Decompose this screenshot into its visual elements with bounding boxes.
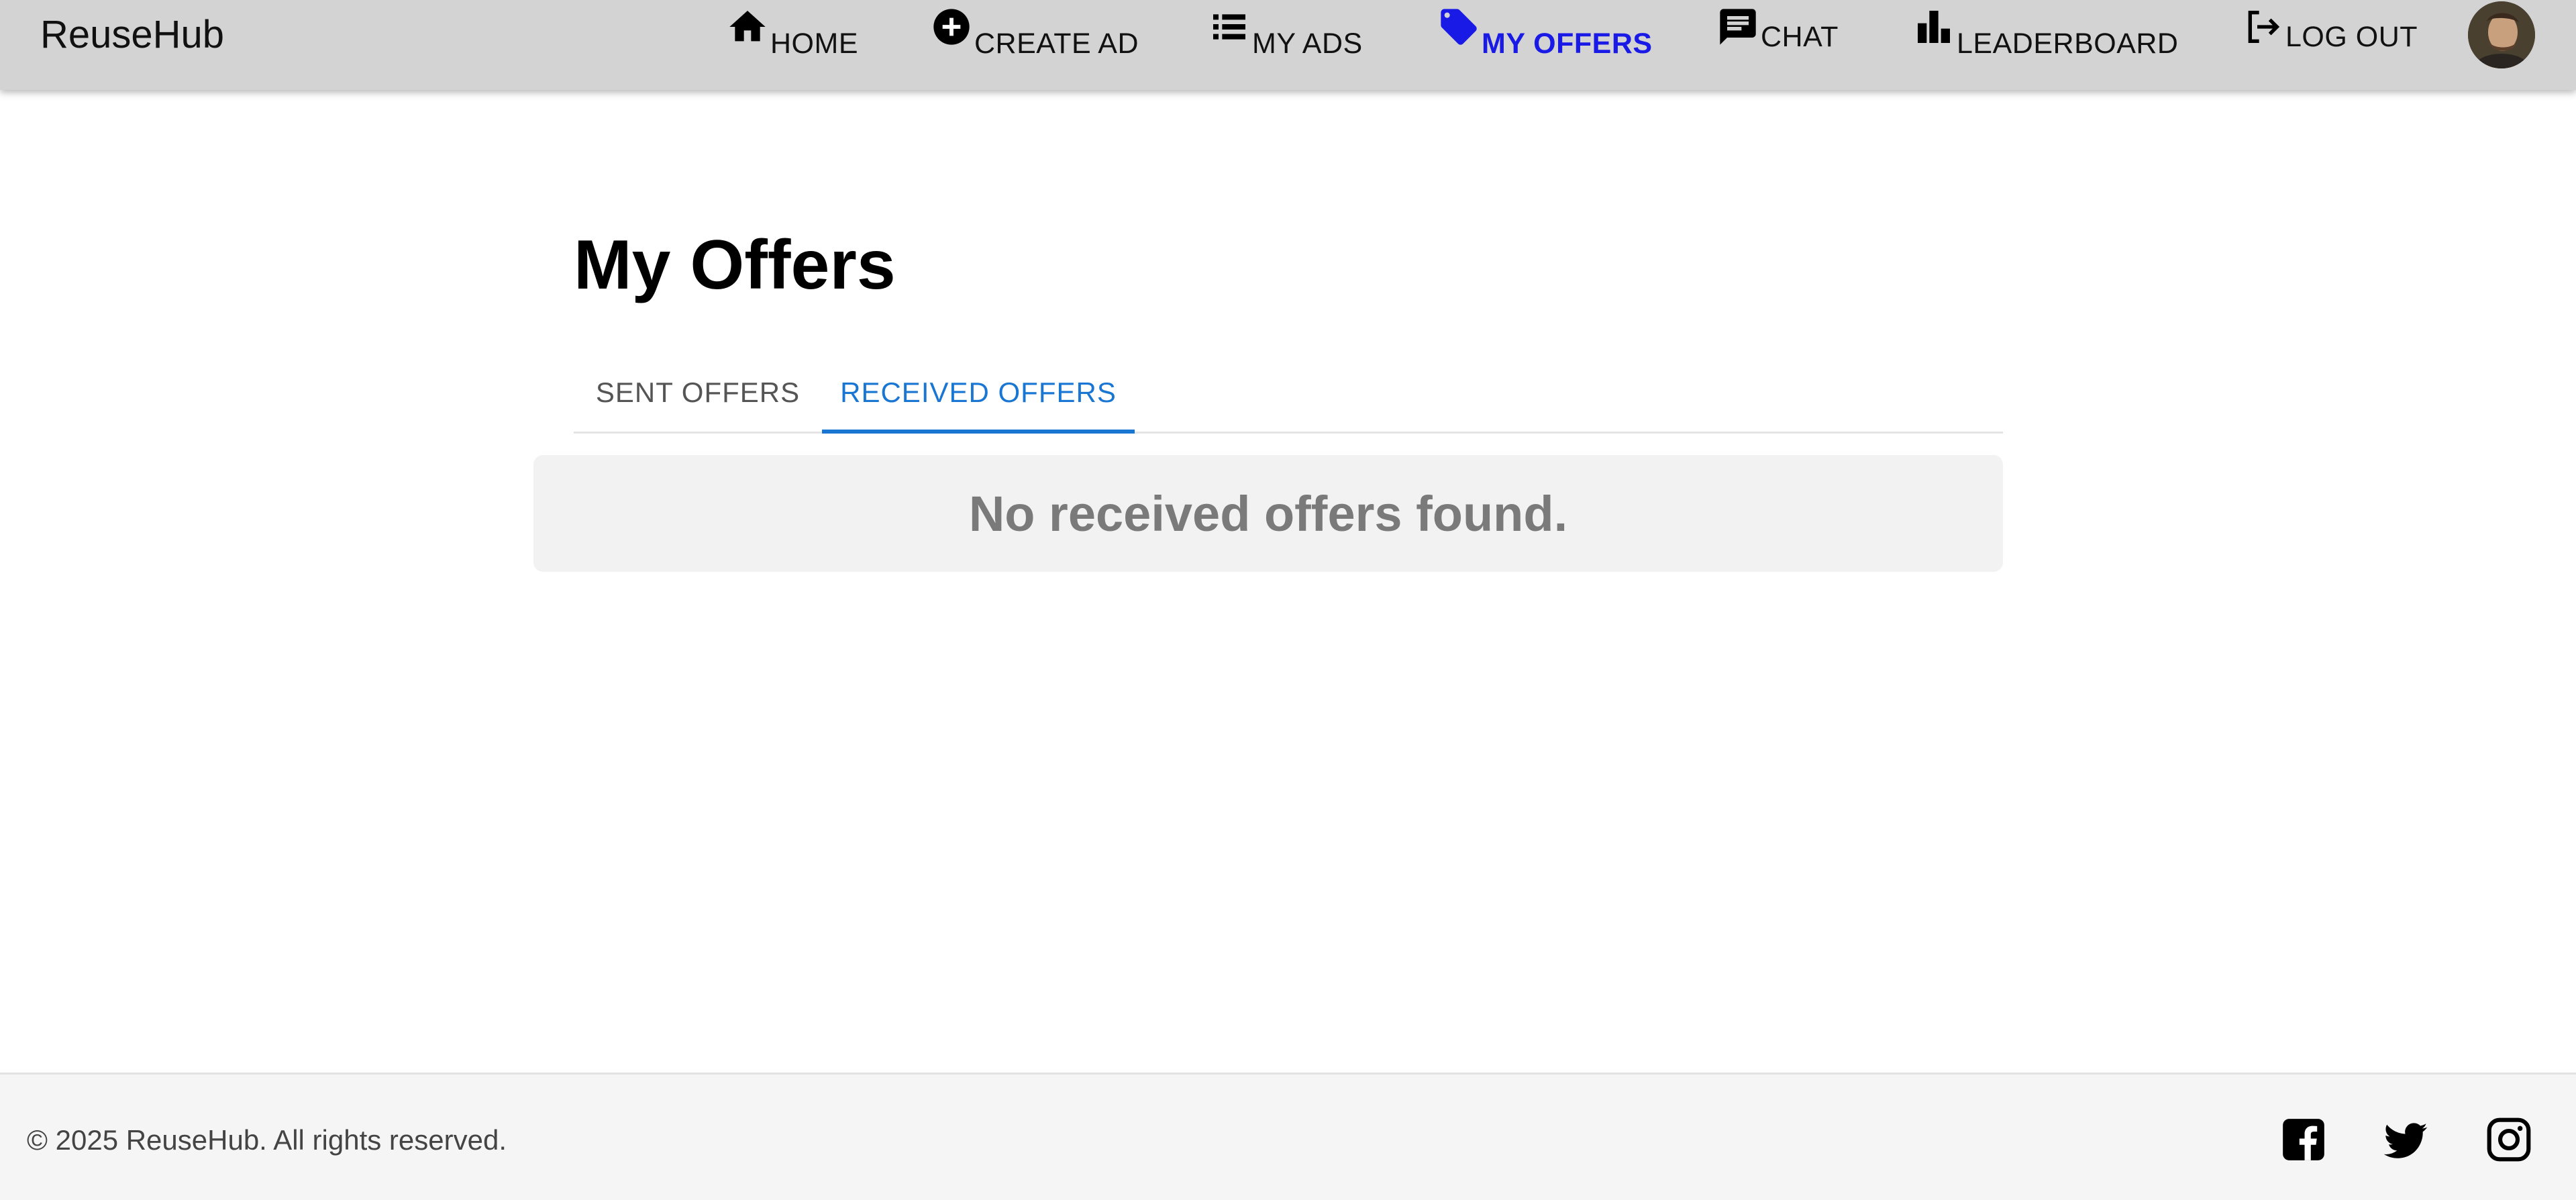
nav-leaderboard-label: LEADERBOARD	[1957, 28, 2179, 60]
leaderboard-icon	[1912, 5, 1955, 48]
nav-my-offers-label: MY OFFERS	[1482, 28, 1653, 60]
nav-my-ads[interactable]: MY ADS	[1208, 5, 1363, 62]
top-app-bar: ReuseHub HOME CREATE AD MY ADS MY OFFERS…	[0, 0, 2576, 90]
logout-icon	[2241, 5, 2284, 48]
offers-tabs: SENT OFFERS RECEIVED OFFERS	[574, 356, 2003, 434]
nav-my-ads-label: MY ADS	[1252, 28, 1363, 60]
add-circle-icon	[930, 5, 973, 48]
copyright-text: © 2025 ReuseHub. All rights reserved.	[27, 1124, 507, 1156]
nav-home-label: HOME	[770, 28, 858, 60]
nav-home[interactable]: HOME	[726, 5, 858, 62]
nav-leaderboard[interactable]: LEADERBOARD	[1912, 5, 2178, 62]
list-icon	[1208, 5, 1251, 48]
nav-create-ad[interactable]: CREATE AD	[930, 5, 1139, 62]
nav-my-offers[interactable]: MY OFFERS	[1437, 5, 1653, 62]
nav-chat[interactable]: CHAT	[1716, 5, 1839, 62]
tab-sent-offers[interactable]: SENT OFFERS	[574, 356, 822, 432]
user-avatar[interactable]	[2468, 1, 2535, 68]
chat-icon	[1716, 5, 1759, 48]
page-title: My Offers	[574, 226, 896, 304]
empty-state-panel: No received offers found.	[533, 455, 2003, 572]
nav-log-out[interactable]: LOG OUT	[2241, 5, 2418, 62]
tab-received-offers[interactable]: RECEIVED OFFERS	[822, 356, 1135, 434]
facebook-icon[interactable]	[2279, 1115, 2328, 1164]
twitter-icon[interactable]	[2381, 1115, 2430, 1164]
empty-state-message: No received offers found.	[968, 485, 1568, 542]
brand-logo-text[interactable]: ReuseHub	[40, 8, 224, 62]
nav-log-out-label: LOG OUT	[2285, 21, 2418, 53]
footer: © 2025 ReuseHub. All rights reserved.	[0, 1072, 2576, 1200]
instagram-icon[interactable]	[2484, 1115, 2534, 1164]
nav-chat-label: CHAT	[1761, 21, 1839, 53]
tag-icon	[1437, 5, 1480, 48]
nav-create-ad-label: CREATE AD	[974, 28, 1139, 60]
home-icon	[726, 5, 769, 48]
